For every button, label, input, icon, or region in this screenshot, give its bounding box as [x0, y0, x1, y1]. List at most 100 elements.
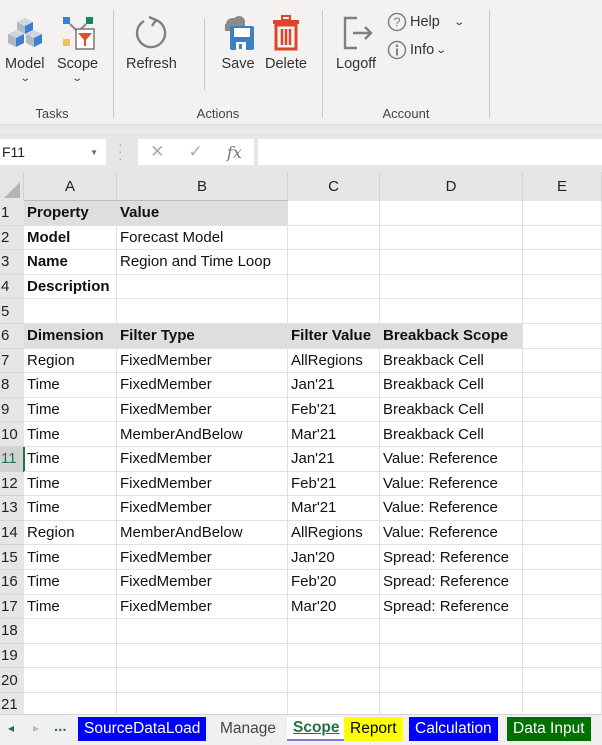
row-header-13[interactable]: 13: [0, 496, 24, 521]
cancel-icon[interactable]: ✕: [150, 142, 164, 162]
cell-b8[interactable]: FixedMember: [117, 373, 288, 398]
cell-d11[interactable]: Value: Reference: [380, 447, 523, 472]
cell-a16[interactable]: Time: [24, 570, 117, 595]
cell-d12[interactable]: Value: Reference: [380, 471, 523, 497]
row-header-1[interactable]: 1: [0, 201, 24, 226]
row-header-10[interactable]: 10: [0, 422, 24, 447]
drag-handle-icon[interactable]: · · ·: [118, 137, 123, 165]
save-button[interactable]: Save: [219, 14, 257, 72]
cell-a8[interactable]: Time: [24, 373, 117, 398]
enter-icon[interactable]: ✓: [189, 142, 203, 162]
row-header-15[interactable]: 15: [0, 545, 24, 570]
cell-e14[interactable]: [523, 520, 602, 546]
spreadsheet-grid[interactable]: A B C D E 1 2 3 4 5 6 7 8 9 10 11 12 13 14 15 16 17 18 19 20 21 Pr…: [0, 172, 602, 714]
cell-b2[interactable]: Forecast Model: [117, 225, 288, 251]
cell-e6[interactable]: [523, 324, 602, 349]
help-button[interactable]: ? Help ⌄: [387, 12, 465, 32]
column-header-a[interactable]: A: [24, 172, 117, 201]
cell-d14[interactable]: Value: Reference: [380, 520, 523, 546]
cell-b15[interactable]: FixedMember: [117, 545, 288, 570]
row-header-12[interactable]: 12: [0, 471, 24, 497]
cell-a12[interactable]: Time: [24, 471, 117, 497]
cell-b14[interactable]: MemberAndBelow: [117, 520, 288, 546]
cell-d15[interactable]: Spread: Reference: [380, 545, 523, 570]
cell-b10[interactable]: MemberAndBelow: [117, 422, 288, 447]
row-header-3[interactable]: 3: [0, 250, 24, 275]
row-header-21[interactable]: 21: [0, 693, 24, 714]
logoff-button[interactable]: Logoff: [336, 14, 376, 72]
cell-e19[interactable]: [523, 643, 602, 669]
cell-c21[interactable]: [288, 693, 380, 714]
cell-d6[interactable]: Breakback Scope: [380, 324, 523, 349]
cell-a20[interactable]: [24, 668, 117, 693]
cell-a17[interactable]: Time: [24, 594, 117, 620]
sheet-tab-manage[interactable]: Manage: [214, 717, 283, 741]
cell-b3[interactable]: Region and Time Loop: [117, 250, 288, 275]
cell-c4[interactable]: [288, 274, 380, 300]
sheet-tab-sourcedataload[interactable]: SourceDataLoad: [78, 717, 207, 741]
cell-a9[interactable]: Time: [24, 397, 117, 423]
cell-e15[interactable]: [523, 545, 602, 570]
cell-c11[interactable]: Jan'21: [288, 447, 380, 472]
cell-d2[interactable]: [380, 225, 523, 251]
scope-button[interactable]: Scope ⌄: [57, 14, 98, 84]
sheet-tab-report[interactable]: Report: [344, 717, 403, 741]
column-header-c[interactable]: C: [288, 172, 380, 201]
cell-e18[interactable]: [523, 619, 602, 644]
cell-e13[interactable]: [523, 496, 602, 521]
refresh-button[interactable]: Refresh: [126, 14, 177, 72]
cell-c5[interactable]: [288, 299, 380, 324]
cell-a11[interactable]: Time: [24, 447, 117, 472]
cell-b11[interactable]: FixedMember: [117, 447, 288, 472]
cell-c2[interactable]: [288, 225, 380, 251]
cell-c1[interactable]: [288, 201, 380, 226]
sheet-tab-data-input[interactable]: Data Input: [507, 717, 591, 741]
cell-b6[interactable]: Filter Type: [117, 324, 288, 349]
cell-a2[interactable]: Model: [24, 225, 117, 251]
cell-e10[interactable]: [523, 422, 602, 447]
row-header-17[interactable]: 17: [0, 594, 24, 620]
cell-c8[interactable]: Jan'21: [288, 373, 380, 398]
scroll-tabs-right-icon[interactable]: ▸: [33, 721, 39, 735]
cell-d16[interactable]: Spread: Reference: [380, 570, 523, 595]
scroll-tabs-left-icon[interactable]: ◂: [8, 721, 14, 735]
cell-e7[interactable]: [523, 348, 602, 374]
cell-d10[interactable]: Breakback Cell: [380, 422, 523, 447]
cell-a15[interactable]: Time: [24, 545, 117, 570]
cell-d17[interactable]: Spread: Reference: [380, 594, 523, 620]
row-header-6[interactable]: 6: [0, 324, 24, 349]
cell-d21[interactable]: [380, 693, 523, 714]
cell-b9[interactable]: FixedMember: [117, 397, 288, 423]
cell-a14[interactable]: Region: [24, 520, 117, 546]
cell-e8[interactable]: [523, 373, 602, 398]
cell-e16[interactable]: [523, 570, 602, 595]
row-header-9[interactable]: 9: [0, 397, 24, 423]
cell-a18[interactable]: [24, 619, 117, 644]
row-header-14[interactable]: 14: [0, 520, 24, 546]
cell-e11[interactable]: [523, 447, 602, 472]
cell-e12[interactable]: [523, 471, 602, 497]
cell-d7[interactable]: Breakback Cell: [380, 348, 523, 374]
select-all-button[interactable]: [0, 172, 24, 201]
cell-c16[interactable]: Feb'20: [288, 570, 380, 595]
cell-c6[interactable]: Filter Value: [288, 324, 380, 349]
cell-b4[interactable]: [117, 274, 288, 300]
sheet-tab-calculation[interactable]: Calculation: [409, 717, 498, 741]
cell-a19[interactable]: [24, 643, 117, 669]
cell-c12[interactable]: Feb'21: [288, 471, 380, 497]
row-header-11[interactable]: 11: [0, 447, 24, 472]
cell-e1[interactable]: [523, 201, 602, 226]
cell-a10[interactable]: Time: [24, 422, 117, 447]
cell-c20[interactable]: [288, 668, 380, 693]
cell-b16[interactable]: FixedMember: [117, 570, 288, 595]
cell-a3[interactable]: Name: [24, 250, 117, 275]
cell-d1[interactable]: [380, 201, 523, 226]
cell-d9[interactable]: Breakback Cell: [380, 397, 523, 423]
cell-d19[interactable]: [380, 643, 523, 669]
row-header-8[interactable]: 8: [0, 373, 24, 398]
row-header-7[interactable]: 7: [0, 348, 24, 374]
more-tabs-button[interactable]: ...: [54, 718, 67, 735]
cell-b17[interactable]: FixedMember: [117, 594, 288, 620]
cell-d20[interactable]: [380, 668, 523, 693]
cell-b5[interactable]: [117, 299, 288, 324]
